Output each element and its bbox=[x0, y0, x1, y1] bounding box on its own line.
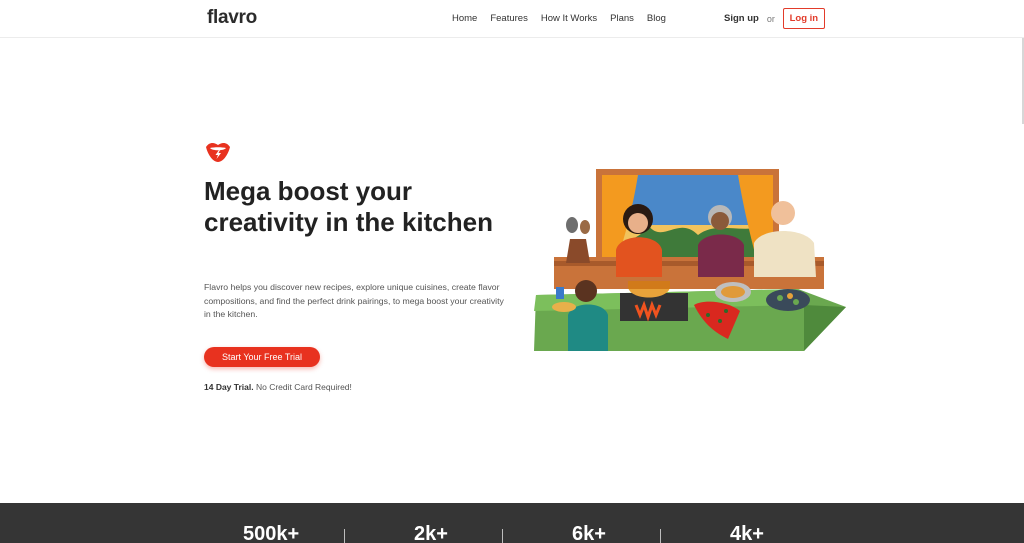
signup-link[interactable]: Sign up bbox=[724, 13, 759, 24]
stat-value: 4k+ bbox=[730, 523, 764, 543]
hero-title: Mega boost your creativity in the kitche… bbox=[204, 176, 493, 237]
stat-value: 6k+ bbox=[572, 523, 606, 543]
nav-link-home[interactable]: Home bbox=[452, 13, 477, 24]
top-navbar: flavro Home Features How It Works Plans … bbox=[0, 0, 1024, 38]
nav-link-plans[interactable]: Plans bbox=[610, 13, 634, 24]
stat-value: 2k+ bbox=[414, 523, 448, 543]
nav-link-blog[interactable]: Blog bbox=[647, 13, 666, 24]
stats-bar: 500k+ 2k+ 6k+ 4k+ bbox=[0, 503, 1024, 543]
stat-divider bbox=[344, 529, 345, 543]
stat-divider bbox=[502, 529, 503, 543]
tongue-lips-icon bbox=[206, 143, 230, 162]
site-logo[interactable]: flavro bbox=[207, 7, 257, 29]
kitchen-family-illustration bbox=[534, 169, 846, 351]
stat-value: 500k+ bbox=[243, 523, 300, 543]
nav-link-how-it-works[interactable]: How It Works bbox=[541, 13, 597, 24]
or-separator: or bbox=[766, 13, 775, 24]
auth-links: Sign up or Log in bbox=[724, 8, 825, 29]
trial-note-rest: No Credit Card Required! bbox=[253, 382, 352, 392]
trial-note-bold: 14 Day Trial. bbox=[204, 382, 254, 392]
trial-note: 14 Day Trial. No Credit Card Required! bbox=[204, 382, 352, 392]
stat-divider bbox=[660, 529, 661, 543]
main-menu: Home Features How It Works Plans Blog bbox=[452, 13, 679, 24]
login-button[interactable]: Log in bbox=[782, 8, 825, 29]
start-free-trial-button[interactable]: Start Your Free Trial bbox=[204, 347, 320, 367]
nav-link-features[interactable]: Features bbox=[490, 13, 528, 24]
hero-description: Flavro helps you discover new recipes, e… bbox=[204, 282, 504, 319]
